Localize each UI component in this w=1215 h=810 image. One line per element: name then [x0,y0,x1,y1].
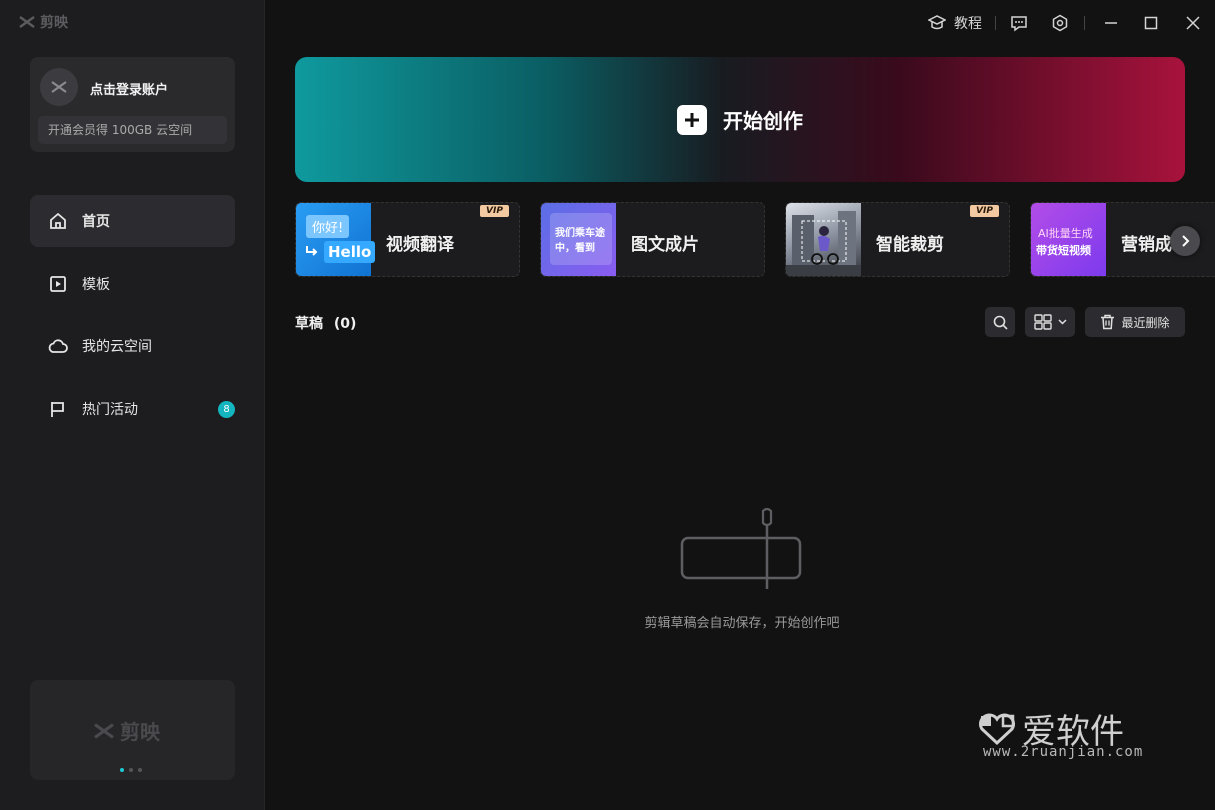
minimize-icon [1105,22,1117,24]
gear-icon [1052,14,1068,32]
avatar[interactable] [40,68,78,106]
tool-label: 智能裁剪 [876,235,944,255]
tool-thumbnail: AI批量生成 带货短视频 [1031,203,1106,276]
recent-delete-label: 最近删除 [1121,315,1170,330]
plus-icon [677,104,707,135]
sidebar-item-label: 首页 [82,214,110,230]
tool-label: 图文成片 [631,235,699,255]
sidebar-item-label: 模板 [82,277,110,293]
vip-badge: VIP [970,205,999,217]
tutorial-button[interactable]: 教程 [915,0,995,46]
settings-button[interactable] [1042,0,1078,46]
app-logo-text: 剪映 [40,15,68,31]
graduation-cap-icon [928,15,946,30]
thumb-text: 我们乘车途 [555,228,605,239]
close-button[interactable] [1171,0,1215,46]
tutorial-label: 教程 [954,16,982,32]
start-creation-label: 开始创作 [723,109,803,133]
promo-carousel[interactable]: 剪映 [30,680,235,780]
thumb-text: 你好! [306,215,350,238]
drafts-count: (0) [333,316,357,332]
recent-delete-button[interactable]: 最近删除 [1085,307,1185,337]
heart-logo-icon [979,713,1015,745]
tool-thumbnail [786,203,861,276]
carousel-next-button[interactable] [1170,226,1200,256]
tool-thumbnail: 我们乘车途 中，看到 [541,203,616,276]
vip-promo-button[interactable]: 开通会员得 100GB 云空间 [38,116,227,144]
feedback-button[interactable] [996,0,1042,46]
notification-badge: 8 [218,401,235,418]
sidebar-item-label: 我的云空间 [82,339,152,355]
tool-thumbnail: 你好! Hello [296,203,376,276]
cloud-icon [48,336,68,356]
carousel-dot[interactable] [120,768,124,772]
sidebar-item-events[interactable]: 热门活动 8 [30,383,235,435]
flag-icon [48,399,68,419]
capcut-logo-icon [94,722,114,739]
chevron-right-icon [1182,235,1190,247]
tool-label: 营销成 [1121,235,1172,255]
drafts-title: 草稿 [295,316,323,332]
login-link[interactable]: 点击登录账户 [90,79,168,98]
title-bar: 教程 [915,0,1215,46]
carousel-dot[interactable] [138,768,142,772]
maximize-icon [1144,16,1158,30]
grid-view-icon [1033,314,1052,330]
close-icon [1186,16,1200,30]
maximize-button[interactable] [1131,0,1171,46]
trash-icon [1101,314,1115,330]
tool-label: 视频翻译 [386,235,454,255]
view-mode-dropdown[interactable] [1025,307,1075,337]
minimize-button[interactable] [1091,0,1131,46]
carousel-dots [120,768,142,772]
arrow-icon [306,246,318,256]
sidebar-item-cloud[interactable]: 我的云空间 [30,320,235,372]
empty-drafts-text: 剪辑草稿会自动保存，开始创作吧 [644,616,840,631]
template-icon [48,274,68,294]
home-icon [48,211,68,231]
sidebar-item-home[interactable]: 首页 [30,195,235,247]
promo-logo: 剪映 [92,716,160,745]
thumb-text: AI批量生成 [1038,227,1093,240]
account-card[interactable]: 点击登录账户 开通会员得 100GB 云空间 [30,57,235,152]
tool-card-video-translate[interactable]: 你好! Hello 视频翻译 VIP [295,202,520,277]
thumb-text: Hello [324,241,376,263]
divider [1084,16,1085,30]
app-logo: 剪映 [18,12,68,32]
vip-badge: VIP [480,205,509,217]
start-creation-button[interactable]: 开始创作 [295,57,1185,182]
sidebar-item-label: 热门活动 [82,402,138,418]
chevron-down-icon [1057,319,1067,325]
tool-card-smart-crop[interactable]: 智能裁剪 VIP [785,202,1010,277]
capcut-logo-icon [19,16,35,28]
sidebar-item-template[interactable]: 模板 [30,258,235,310]
thumb-text: 中，看到 [555,243,595,254]
search-icon [993,315,1008,330]
drafts-heading: 草稿 (0) [295,313,356,333]
tool-card-text-to-video[interactable]: 我们乘车途 中，看到 图文成片 [540,202,765,277]
promo-logo-text: 剪映 [120,720,160,744]
empty-drafts-illustration-icon [680,507,802,589]
capcut-logo-icon [51,81,67,93]
carousel-dot[interactable] [129,768,133,772]
thumb-text: 带货短视频 [1036,244,1091,257]
search-button[interactable] [985,307,1015,337]
sidebar: 剪映 点击登录账户 开通会员得 100GB 云空间 首页 模板 我的云空间 热门… [0,0,265,810]
feedback-icon [1011,15,1027,31]
watermark-url: www.2ruanjian.com [983,744,1144,760]
